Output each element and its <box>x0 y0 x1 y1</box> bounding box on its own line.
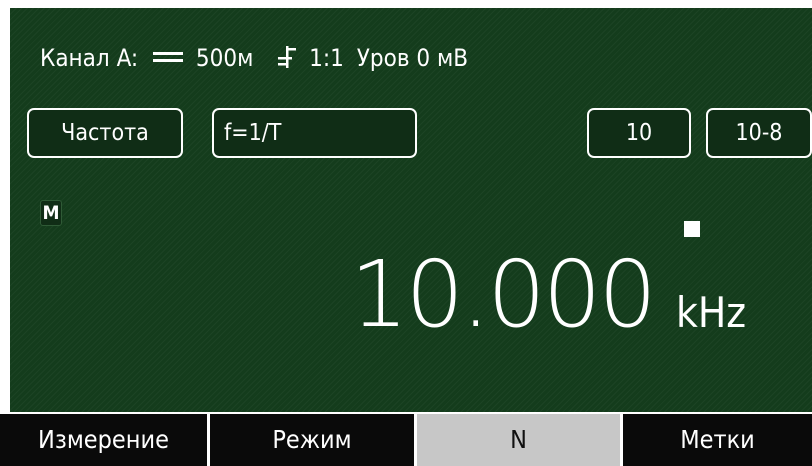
softkey-markers[interactable]: Метки <box>623 414 812 466</box>
function-button[interactable]: Частота <box>27 108 183 158</box>
ratio-value: 1:1 <box>309 44 344 72</box>
formula-button[interactable]: f=1/T <box>212 108 417 158</box>
dc-coupling-icon <box>153 52 184 62</box>
activity-indicator <box>684 221 700 237</box>
timebase-value: 500м <box>195 44 254 72</box>
channel-label: Канал A: <box>40 44 139 72</box>
softkey-label: Метки <box>680 425 755 454</box>
instrument-screen: Канал A: 500м 1:1 Уров 0 мВ Частота f=1/… <box>10 8 812 466</box>
softkey-bar: Измерение Режим N Метки <box>0 412 812 466</box>
mode-flag: M <box>40 200 62 226</box>
gate-time-button[interactable]: 10 <box>587 108 691 158</box>
softkey-mode[interactable]: Режим <box>210 414 414 466</box>
softkey-label: Режим <box>272 425 352 454</box>
resolution-button[interactable]: 10-8 <box>706 108 812 158</box>
softkey-label: N <box>510 425 527 454</box>
softkey-n[interactable]: N <box>417 414 620 466</box>
resolution-label: 10-8 <box>735 120 783 146</box>
measurement-unit: kHz <box>676 288 747 337</box>
softkey-measurement[interactable]: Измерение <box>0 414 207 466</box>
trigger-slope-icon <box>278 46 297 68</box>
channel-status-line: Канал A: 500м 1:1 Уров 0 мВ <box>40 43 474 73</box>
gate-time-label: 10 <box>625 120 653 146</box>
function-label: Частота <box>61 120 149 146</box>
measurement-value: 10.000 <box>350 241 657 348</box>
softkey-label: Измерение <box>38 425 169 454</box>
level-value: Уров 0 мВ <box>356 44 469 72</box>
formula-label: f=1/T <box>224 120 282 146</box>
